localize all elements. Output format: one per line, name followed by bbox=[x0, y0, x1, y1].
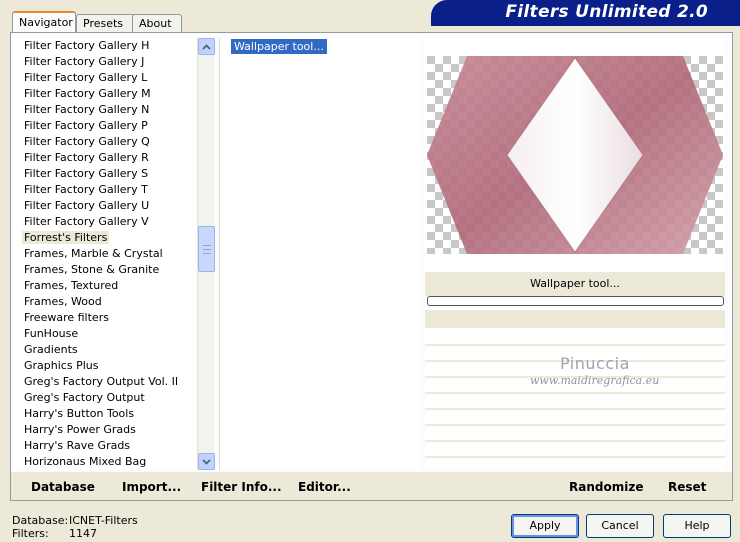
tab-about[interactable]: About bbox=[132, 14, 182, 33]
list-item-label: Harry's Rave Grads bbox=[24, 439, 131, 452]
list-item[interactable]: Forrest's Filters bbox=[12, 230, 196, 246]
list-item-label: Greg's Factory Output Vol. II bbox=[24, 375, 179, 388]
tab-about-label: About bbox=[139, 17, 172, 30]
list-item[interactable]: Filter Factory Gallery T bbox=[12, 182, 196, 198]
list-item-label: Filter Factory Gallery L bbox=[24, 71, 148, 84]
list-item-label: Filter Factory Gallery Q bbox=[24, 135, 150, 148]
list-item-label: Horizonaus Mixed Bag bbox=[24, 455, 147, 468]
list-item[interactable]: Frames, Marble & Crystal bbox=[12, 246, 196, 262]
list-item[interactable]: Harry's Rave Grads bbox=[12, 438, 196, 454]
watermark-name: Pinuccia bbox=[560, 354, 630, 373]
list-item[interactable]: Frames, Wood bbox=[12, 294, 196, 310]
list-item[interactable]: Harry's Button Tools bbox=[12, 406, 196, 422]
list-item-label: Frames, Stone & Granite bbox=[24, 263, 160, 276]
list-item-label: Filter Factory Gallery H bbox=[24, 39, 150, 52]
randomize-button[interactable]: Randomize bbox=[569, 480, 643, 494]
list-item[interactable]: Graphics Plus bbox=[12, 358, 196, 374]
filter-list[interactable]: Wallpaper tool... bbox=[219, 38, 419, 470]
filter-item-selected[interactable]: Wallpaper tool... bbox=[231, 39, 327, 54]
list-item-label: Frames, Wood bbox=[24, 295, 102, 308]
list-item-label: FunHouse bbox=[24, 327, 79, 340]
apply-button[interactable]: Apply bbox=[511, 514, 579, 538]
list-item-label: Frames, Marble & Crystal bbox=[24, 247, 163, 260]
bottom-toolbar: Database Import... Filter Info... Editor… bbox=[11, 472, 732, 500]
list-item-label: Freeware filters bbox=[24, 311, 109, 324]
list-item[interactable]: Filter Factory Gallery L bbox=[12, 70, 196, 86]
database-value: ICNET-Filters bbox=[69, 514, 138, 527]
scroll-down-button[interactable] bbox=[198, 453, 215, 470]
scroll-up-button[interactable] bbox=[198, 38, 215, 55]
list-item[interactable]: Filter Factory Gallery R bbox=[12, 150, 196, 166]
list-item[interactable]: Filter Factory Gallery P bbox=[12, 118, 196, 134]
parameter-area[interactable] bbox=[425, 330, 725, 470]
list-item[interactable]: Filter Factory Gallery M bbox=[12, 86, 196, 102]
list-item-label: Frames, Textured bbox=[24, 279, 119, 292]
scroll-thumb[interactable] bbox=[198, 226, 215, 272]
list-item-label: Harry's Button Tools bbox=[24, 407, 135, 420]
list-item[interactable]: Filter Factory Gallery J bbox=[12, 54, 196, 70]
database-label: Database: bbox=[12, 514, 69, 527]
chevron-up-icon bbox=[202, 43, 211, 50]
filters-label: Filters: bbox=[12, 527, 49, 540]
title-banner: Filters Unlimited 2.0 bbox=[431, 0, 740, 26]
database-button[interactable]: Database bbox=[31, 480, 95, 494]
list-item-label: Harry's Power Grads bbox=[24, 423, 136, 436]
tab-presets[interactable]: Presets bbox=[76, 14, 139, 33]
list-item-label: Filter Factory Gallery N bbox=[24, 103, 150, 116]
list-item[interactable]: Filter Factory Gallery Q bbox=[12, 134, 196, 150]
list-item[interactable]: Gradients bbox=[12, 342, 196, 358]
list-item[interactable]: Filter Factory Gallery U bbox=[12, 198, 196, 214]
preview-caption: Wallpaper tool... bbox=[425, 272, 725, 296]
filter-info-button[interactable]: Filter Info... bbox=[201, 480, 282, 494]
list-item-label: Filter Factory Gallery U bbox=[24, 199, 150, 212]
import-button[interactable]: Import... bbox=[122, 480, 181, 494]
list-item[interactable]: Filter Factory Gallery N bbox=[12, 102, 196, 118]
watermark-url: www.maidiregrafica.eu bbox=[530, 374, 660, 387]
list-item[interactable]: FunHouse bbox=[12, 326, 196, 342]
list-item-label: Graphics Plus bbox=[24, 359, 99, 372]
list-item-label: Filter Factory Gallery P bbox=[24, 119, 148, 132]
grip-icon bbox=[203, 245, 211, 254]
list-item[interactable]: Filter Factory Gallery H bbox=[12, 38, 196, 54]
list-item[interactable]: Frames, Stone & Granite bbox=[12, 262, 196, 278]
list-item[interactable]: Horizonaus Mixed Bag bbox=[12, 454, 196, 470]
list-item[interactable]: Filter Factory Gallery S bbox=[12, 166, 196, 182]
parameter-header bbox=[425, 310, 725, 328]
reset-button[interactable]: Reset bbox=[668, 480, 706, 494]
editor-button[interactable]: Editor... bbox=[298, 480, 351, 494]
help-button[interactable]: Help bbox=[663, 514, 731, 538]
list-item-label: Filter Factory Gallery R bbox=[24, 151, 149, 164]
list-item[interactable]: Frames, Textured bbox=[12, 278, 196, 294]
tab-presets-label: Presets bbox=[83, 17, 124, 30]
category-list[interactable]: Filter Factory Gallery H Filter Factory G… bbox=[12, 38, 196, 470]
list-item-label: Greg's Factory Output bbox=[24, 391, 145, 404]
preview-image bbox=[427, 56, 723, 254]
filters-count: 1147 bbox=[69, 527, 97, 540]
list-item[interactable]: Freeware filters bbox=[12, 310, 196, 326]
list-item-label: Filter Factory Gallery J bbox=[24, 55, 145, 68]
tab-navigator-label: Navigator bbox=[19, 16, 73, 29]
tab-navigator[interactable]: Navigator bbox=[12, 11, 76, 34]
list-item[interactable]: Greg's Factory Output Vol. II bbox=[12, 374, 196, 390]
list-item-label: Filter Factory Gallery V bbox=[24, 215, 149, 228]
list-item[interactable]: Filter Factory Gallery V bbox=[12, 214, 196, 230]
list-item-label: Filter Factory Gallery T bbox=[24, 183, 148, 196]
list-item[interactable]: Harry's Power Grads bbox=[12, 422, 196, 438]
list-item[interactable]: Greg's Factory Output bbox=[12, 390, 196, 406]
list-item-label: Forrest's Filters bbox=[22, 231, 110, 244]
progress-bar bbox=[427, 296, 724, 306]
chevron-down-icon bbox=[202, 458, 211, 465]
category-scrollbar[interactable] bbox=[197, 38, 215, 470]
cancel-button[interactable]: Cancel bbox=[586, 514, 654, 538]
list-item-label: Gradients bbox=[24, 343, 78, 356]
banner-title: Filters Unlimited 2.0 bbox=[505, 2, 708, 22]
list-item-label: Filter Factory Gallery M bbox=[24, 87, 151, 100]
list-item-label: Filter Factory Gallery S bbox=[24, 167, 149, 180]
